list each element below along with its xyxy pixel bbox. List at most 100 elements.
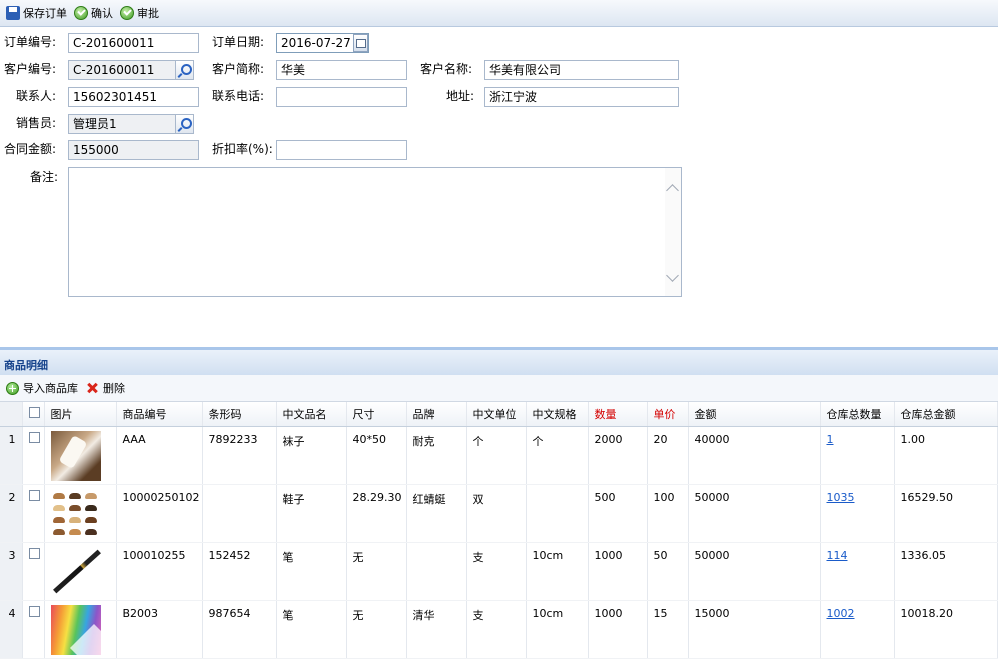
- barcode: [202, 484, 277, 543]
- table-row[interactable]: 1 AAA 7892233 袜子 40*50 耐克 个 个 2000 20 40…: [0, 426, 998, 485]
- amount: 40000: [688, 426, 821, 485]
- product-detail-table: 图片 商品编号 条形码 中文品名 尺寸 品牌 中文单位 中文规格 数量 单价 金…: [0, 402, 998, 659]
- import-products-button[interactable]: 导入商品库: [6, 380, 78, 396]
- unit: 支: [466, 542, 527, 601]
- search-icon: [181, 64, 192, 75]
- stock-amount: 1336.05: [894, 542, 998, 601]
- barcode: 152452: [202, 542, 277, 601]
- contact-phone-label: 联系电话:: [212, 89, 265, 103]
- stock-qty-link[interactable]: 1035: [827, 491, 855, 504]
- scroll-up-icon[interactable]: [666, 184, 679, 197]
- contact-phone-field[interactable]: [276, 87, 407, 107]
- table-row[interactable]: 2 10000250102 鞋子 28.29.30 红蜻蜓 双 500 100 …: [0, 484, 998, 543]
- row-checkbox[interactable]: [28, 605, 40, 617]
- note: 无: [997, 426, 998, 485]
- column-header-stock-amount[interactable]: 仓库总金额: [894, 402, 998, 427]
- stock-qty-link[interactable]: 114: [827, 549, 848, 562]
- price: 50: [647, 542, 689, 601]
- price: 15: [647, 600, 689, 659]
- column-header-code[interactable]: 商品编号: [116, 402, 203, 427]
- stock-qty-cell: 1: [820, 426, 895, 485]
- column-header-price[interactable]: 单价: [647, 402, 689, 427]
- grid-toolbar: 导入商品库 删除: [0, 375, 998, 402]
- product-code: B2003: [116, 600, 203, 659]
- scrollbar[interactable]: [665, 168, 681, 296]
- unit: 支: [466, 600, 527, 659]
- column-header-note[interactable]: 备注: [997, 402, 998, 427]
- column-header-amount[interactable]: 金额: [688, 402, 821, 427]
- salesperson-search-button[interactable]: [175, 114, 194, 134]
- stock-qty-link[interactable]: 1002: [827, 607, 855, 620]
- check-circle-icon: [120, 6, 134, 20]
- scroll-down-icon[interactable]: [666, 269, 679, 282]
- spec: [526, 484, 589, 543]
- remarks-textarea[interactable]: [68, 167, 682, 297]
- spec: 10cm: [526, 542, 589, 601]
- brand: [406, 542, 467, 601]
- delete-button[interactable]: 删除: [86, 380, 125, 396]
- column-header-barcode[interactable]: 条形码: [202, 402, 277, 427]
- column-header-brand[interactable]: 品牌: [406, 402, 467, 427]
- unit: 个: [466, 426, 527, 485]
- product-image-cell: [44, 426, 117, 485]
- customer-no-label: 客户编号:: [4, 62, 57, 76]
- select-all-checkbox[interactable]: [28, 407, 40, 418]
- table-row[interactable]: 3 100010255 152452 笔 无 支 10cm 1000 50 50…: [0, 542, 998, 601]
- column-header-stock-qty[interactable]: 仓库总数量: [820, 402, 895, 427]
- order-date-label: 订单日期:: [212, 35, 265, 49]
- confirm-label: 确认: [91, 7, 113, 20]
- unit: 双: [466, 484, 527, 543]
- row-checkbox[interactable]: [28, 431, 40, 443]
- row-checkbox[interactable]: [28, 489, 40, 501]
- address-field[interactable]: 浙江宁波: [484, 87, 679, 107]
- row-checkbox[interactable]: [28, 547, 40, 559]
- delete-icon: [86, 382, 98, 394]
- discount-field[interactable]: [276, 140, 407, 160]
- barcode: 7892233: [202, 426, 277, 485]
- save-order-label: 保存订单: [23, 7, 67, 20]
- delete-label: 删除: [103, 382, 125, 395]
- customer-short-field[interactable]: 华美: [276, 60, 407, 80]
- spec: 个: [526, 426, 589, 485]
- column-header-unit[interactable]: 中文单位: [466, 402, 527, 427]
- stock-qty-cell: 1002: [820, 600, 895, 659]
- confirm-button[interactable]: 确认: [74, 4, 113, 22]
- calendar-icon[interactable]: [353, 34, 368, 52]
- row-checkbox-cell[interactable]: [22, 426, 45, 485]
- top-toolbar: 保存订单 确认 审批: [0, 0, 998, 27]
- contract-amount-field[interactable]: 155000: [68, 140, 199, 160]
- product-code: 100010255: [116, 542, 203, 601]
- row-checkbox-cell[interactable]: [22, 600, 45, 659]
- column-header-quantity[interactable]: 数量: [588, 402, 648, 427]
- select-all-checkbox-cell[interactable]: [22, 402, 45, 427]
- customer-search-button[interactable]: [175, 60, 194, 80]
- quantity: 2000: [588, 426, 648, 485]
- customer-no-field[interactable]: C-201600011: [68, 60, 176, 80]
- amount: 50000: [688, 484, 821, 543]
- save-order-button[interactable]: 保存订单: [6, 4, 67, 22]
- import-products-label: 导入商品库: [23, 382, 78, 395]
- row-number: 2: [0, 484, 23, 543]
- column-header-spec[interactable]: 中文规格: [526, 402, 589, 427]
- customer-name-label: 客户名称:: [420, 62, 473, 76]
- socks-image: [50, 430, 101, 481]
- product-image-cell: [44, 542, 117, 601]
- column-header-name[interactable]: 中文品名: [276, 402, 347, 427]
- contact-field[interactable]: 15602301451: [68, 87, 199, 107]
- row-checkbox-cell[interactable]: [22, 484, 45, 543]
- size: 40*50: [346, 426, 407, 485]
- product-name: 鞋子: [276, 484, 347, 543]
- approve-button[interactable]: 审批: [120, 4, 159, 22]
- stock-qty-link[interactable]: 1: [827, 433, 834, 446]
- column-header-size[interactable]: 尺寸: [346, 402, 407, 427]
- detail-section-header: 商品明细: [0, 347, 998, 375]
- column-header-image[interactable]: 图片: [44, 402, 117, 427]
- row-checkbox-cell[interactable]: [22, 542, 45, 601]
- order-no-field[interactable]: C-201600011: [68, 33, 199, 53]
- salesperson-field[interactable]: 管理员1: [68, 114, 176, 134]
- table-row[interactable]: 4 B2003 987654 笔 无 清华 支 10cm 1000 15 150…: [0, 600, 998, 659]
- table-header-row: 图片 商品编号 条形码 中文品名 尺寸 品牌 中文单位 中文规格 数量 单价 金…: [0, 402, 998, 427]
- customer-name-field[interactable]: 华美有限公司: [484, 60, 679, 80]
- note: [997, 542, 998, 601]
- remarks-label: 备注:: [30, 170, 59, 184]
